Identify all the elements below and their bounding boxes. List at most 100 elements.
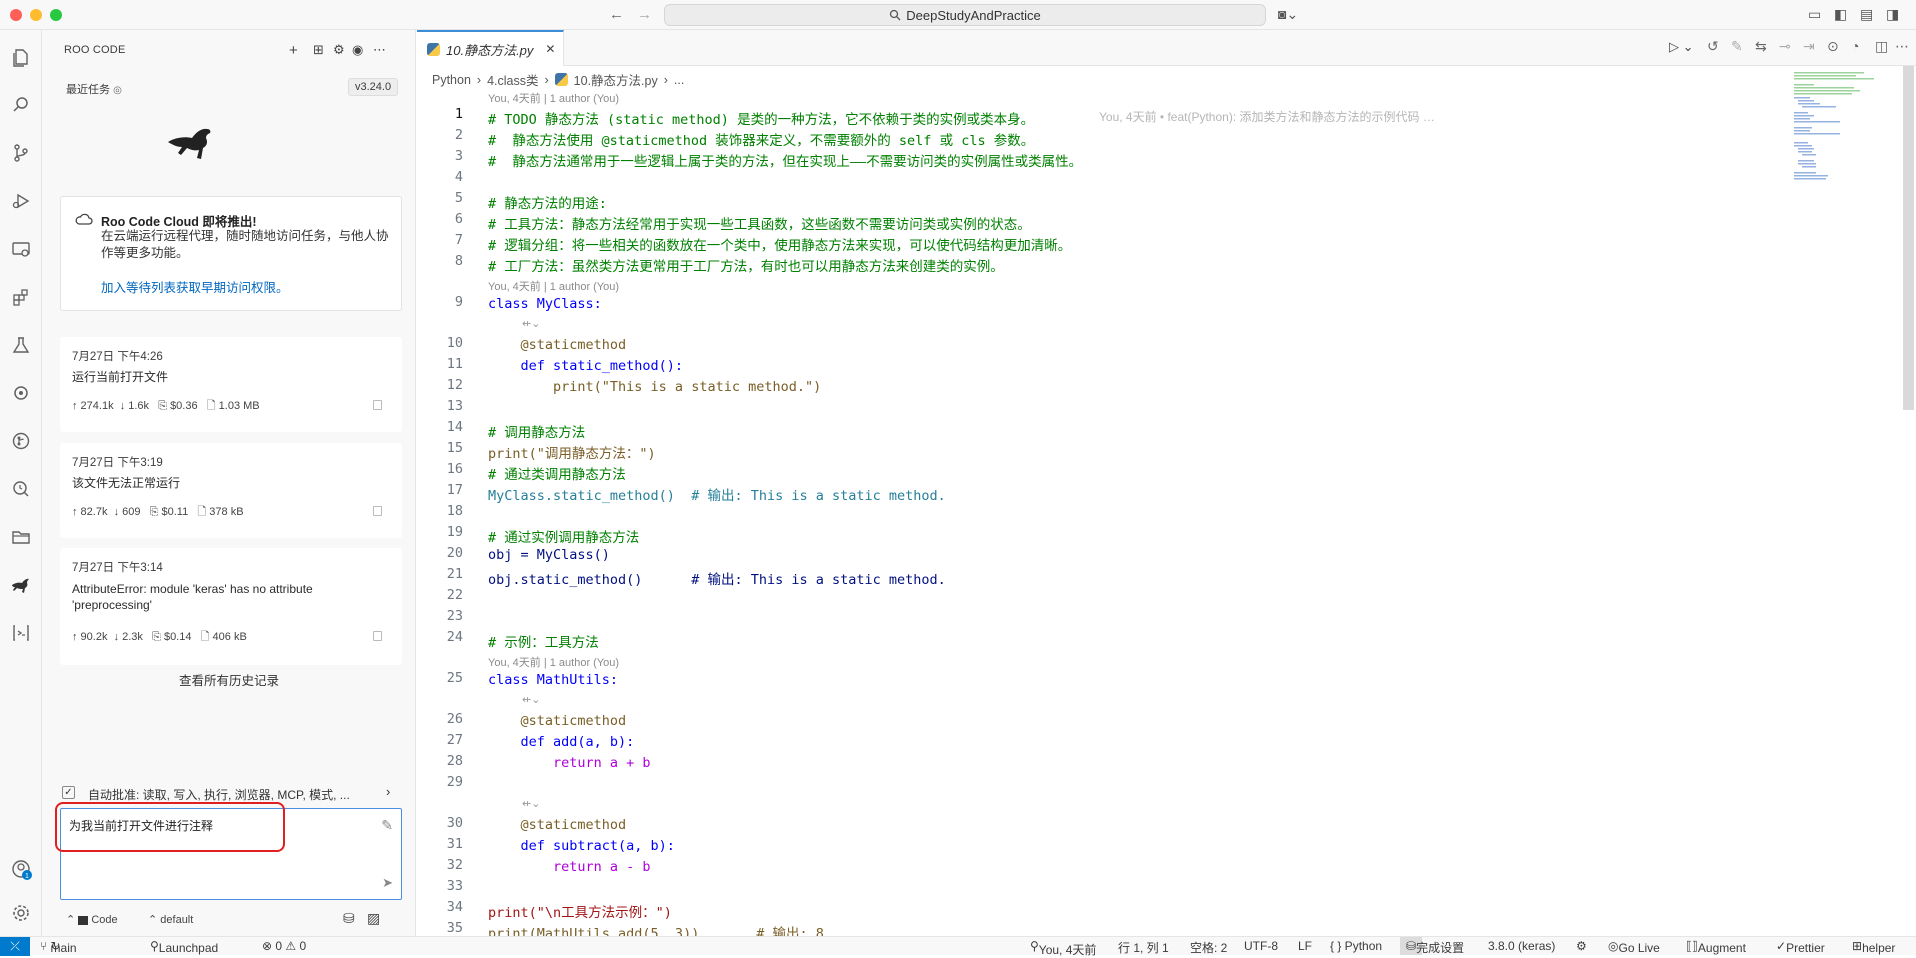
toggle-sidebar-icon[interactable]: ◧ — [1834, 6, 1847, 23]
prettier-button[interactable]: ✓ Prettier — [1776, 939, 1825, 955]
setup-button[interactable]: ⛁ 完成设置 — [1400, 937, 1464, 955]
enhance-prompt-icon[interactable]: ✎ — [381, 817, 393, 834]
code-line[interactable]: 23 — [417, 608, 1777, 629]
code-line[interactable]: 18 — [417, 503, 1777, 524]
task-card[interactable]: 7月27日 下午4:26 运行当前打开文件 ↑ 274.1k ↓ 1.6k ⎘ … — [60, 337, 402, 432]
remote-icon[interactable] — [8, 620, 34, 646]
code-line[interactable]: 25 class MathUtils: — [417, 670, 1777, 691]
git-commit-icon[interactable]: ⊸ — [1779, 38, 1791, 55]
maximize-window-button[interactable] — [50, 9, 62, 21]
account-icon[interactable]: ◉ — [352, 42, 363, 58]
remote-explorer-icon[interactable] — [8, 236, 34, 262]
code-line[interactable]: 3 # 静态方法通常用于一些逻辑上属于类的方法，但在实现上——不需要访问类的实例属… — [417, 148, 1777, 170]
chevron-right-icon[interactable]: › — [386, 784, 390, 799]
codelens-blame[interactable]: You, 4天前 | 1 author (You) — [417, 274, 1777, 294]
language-mode[interactable]: { } Python — [1330, 939, 1382, 953]
auto-approve-checkbox[interactable]: ✓ — [62, 786, 75, 799]
waitlist-link[interactable]: 加入等待列表获取早期访问权限。 — [101, 277, 289, 296]
code-line[interactable]: 20 obj = MyClass() — [417, 545, 1777, 566]
cursor-position[interactable]: 行 1, 列 1 — [1118, 939, 1169, 956]
toggle-panel-icon[interactable]: ▤ — [1860, 6, 1873, 23]
go-live-button[interactable]: ◎ Go Live — [1608, 939, 1660, 955]
marketplace-icon[interactable]: ⊞ — [313, 42, 324, 58]
run-python-icon[interactable]: ▷ ⌄ — [1669, 39, 1694, 55]
code-line[interactable]: 8 # 工厂方法：虽然类方法更常用于工厂方法，有时也可以用静态方法来创建类的实例。 — [417, 253, 1777, 275]
code-line[interactable]: 5 # 静态方法的用途: — [417, 190, 1777, 212]
code-line[interactable]: 31 def subtract(a, b): — [417, 836, 1777, 857]
code-line[interactable]: 28 return a + b — [417, 753, 1777, 774]
code-line[interactable]: 24 # 示例：工具方法 — [417, 629, 1777, 651]
code-line[interactable]: 9 class MyClass: — [417, 294, 1777, 315]
code-editor[interactable]: You, 4天前 | 1 author (You) 1 # TODO 静态方法 (… — [417, 86, 1777, 942]
helper-button[interactable]: ⊞ helper — [1852, 939, 1895, 955]
code-line[interactable]: 17 MyClass.static_method() # 输出: This is … — [417, 482, 1777, 504]
pencil-icon[interactable]: ✎ — [1731, 38, 1743, 55]
settings-gear-icon[interactable] — [8, 900, 34, 926]
close-tab-icon[interactable]: ✕ — [545, 42, 555, 56]
breadcrumb-item[interactable]: ... — [674, 73, 684, 87]
code-line[interactable]: 7 # 逻辑分组：将一些相关的函数放在一个类中，使用静态方法来实现，可以使代码结构… — [417, 232, 1777, 254]
minimap[interactable] — [1792, 70, 1902, 220]
new-task-icon[interactable]: + — [289, 42, 298, 59]
code-line[interactable]: 11 def static_method(): — [417, 356, 1777, 377]
next-change-icon[interactable]: ⇥ — [1803, 38, 1815, 55]
code-line[interactable]: 32 return a - b — [417, 857, 1777, 878]
extensions-icon[interactable] — [8, 284, 34, 310]
task-card[interactable]: 7月27日 下午3:14 AttributeError: module 'ker… — [60, 548, 402, 665]
code-line[interactable]: 1 # TODO 静态方法 (static method) 是类的一种方法，它不依… — [417, 106, 1777, 128]
git-blame-status[interactable]: ⚲ You, 4天前 — [1030, 939, 1096, 957]
send-icon[interactable]: ➤ — [382, 875, 393, 891]
minimize-window-button[interactable] — [30, 9, 42, 21]
code-line[interactable]: 33 — [417, 878, 1777, 899]
code-line[interactable]: 15 print("调用静态方法：") — [417, 440, 1777, 462]
codelens-blame[interactable]: You, 4天前 | 1 author (You) — [417, 86, 1777, 106]
testing-icon[interactable] — [8, 332, 34, 358]
view-all-history-link[interactable]: 查看所有历史记录 — [42, 670, 416, 689]
code-line[interactable]: 19 # 通过实例调用静态方法 — [417, 524, 1777, 546]
gitlens-inspect-icon[interactable]: ◔ — [1851, 38, 1859, 54]
mode-selector[interactable]: ⌃ Code — [66, 913, 118, 926]
vertical-scrollbar[interactable] — [1903, 66, 1914, 410]
fold-hint[interactable]: ⇷⌄ — [417, 315, 1777, 335]
copilot-status-icon[interactable]: ⚙ — [1576, 939, 1587, 953]
split-editor-icon[interactable]: ◫ — [1875, 38, 1888, 55]
explorer-icon[interactable] — [8, 44, 34, 70]
code-line[interactable]: 12 print("This is a static method.") — [417, 377, 1777, 398]
indentation[interactable]: 空格: 2 — [1190, 939, 1227, 956]
code-line[interactable]: 14 # 调用静态方法 — [417, 419, 1777, 441]
breadcrumb-item[interactable]: Python — [432, 73, 471, 87]
encoding[interactable]: UTF-8 — [1244, 939, 1278, 953]
more-icon[interactable]: ⋯ — [373, 42, 386, 58]
search-icon[interactable] — [8, 92, 34, 118]
problems-indicator[interactable]: ⊗ 0 ⚠ 0 — [262, 939, 306, 953]
close-window-button[interactable] — [10, 9, 22, 21]
task-card[interactable]: 7月27日 下午3:19 该文件无法正常运行 ↑ 82.7k ↓ 609 ⎘ $… — [60, 443, 402, 538]
augment-button[interactable]: ⟦⟧ Augment — [1686, 939, 1746, 955]
code-line[interactable]: 26 @staticmethod — [417, 711, 1777, 732]
fold-hint[interactable]: ⇷⌄ — [417, 691, 1777, 711]
copy-icon[interactable] — [373, 506, 382, 516]
gitlens-icon[interactable] — [8, 428, 34, 454]
open-changes-icon[interactable]: ⊙ — [1827, 38, 1839, 55]
code-line[interactable]: 4 — [417, 169, 1777, 190]
eye-icon[interactable]: ◎ — [113, 85, 122, 96]
account-icon[interactable]: 1 — [8, 856, 34, 882]
launchpad-button[interactable]: ⚲ Launchpad — [150, 939, 218, 955]
copy-icon[interactable] — [373, 400, 382, 410]
more-actions-icon[interactable]: ⋯ — [1895, 38, 1909, 55]
codelens-blame[interactable]: You, 4天前 | 1 author (You) — [417, 650, 1777, 670]
code-line[interactable]: 13 — [417, 398, 1777, 419]
code-line[interactable]: 2 # 静态方法使用 @staticmethod 装饰器来定义，不需要额外的 se… — [417, 127, 1777, 149]
profile-selector[interactable]: ⌃ default — [148, 913, 193, 926]
remote-indicator[interactable]: ⤫ — [0, 937, 30, 956]
code-line[interactable]: 29 — [417, 774, 1777, 795]
code-line[interactable]: 27 def add(a, b): — [417, 732, 1777, 753]
code-line[interactable]: 6 # 工具方法：静态方法经常用于实现一些工具函数，这些函数不需要访问类或实例的状… — [417, 211, 1777, 233]
code-line[interactable]: 10 @staticmethod — [417, 335, 1777, 356]
roo-code-icon[interactable] — [8, 572, 34, 598]
timeline-icon[interactable]: ↺ — [1707, 38, 1719, 55]
settings-icon[interactable]: ⚙ — [333, 42, 345, 58]
git-branch[interactable]: ⑂ main ↻ — [40, 939, 77, 955]
fold-hint[interactable]: ⇷⌄ — [417, 795, 1777, 815]
code-line[interactable]: 16 # 通过类调用静态方法 — [417, 461, 1777, 483]
